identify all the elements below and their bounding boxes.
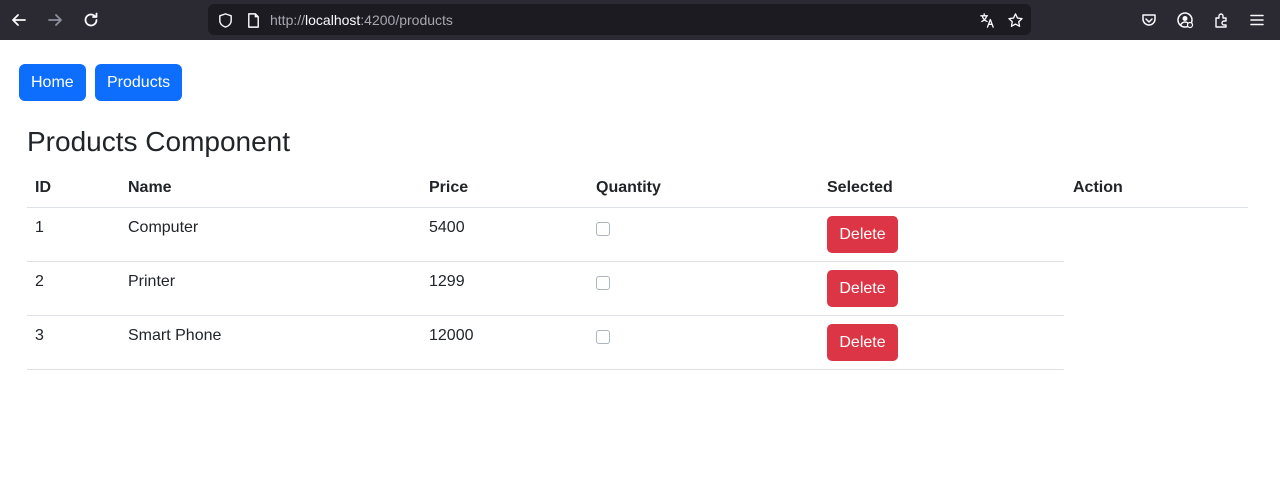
table-row: 1 Computer 5400 Delete bbox=[27, 208, 1064, 262]
delete-button[interactable]: Delete bbox=[827, 216, 898, 253]
back-button[interactable] bbox=[5, 6, 33, 34]
reload-button[interactable] bbox=[77, 6, 105, 34]
row-price: 12000 bbox=[429, 327, 474, 344]
delete-button[interactable]: Delete bbox=[827, 324, 898, 361]
url-bar[interactable]: http://localhost:4200/products bbox=[208, 4, 1031, 35]
table-row: 3 Smart Phone 12000 Delete bbox=[27, 316, 1064, 370]
row-id: 1 bbox=[35, 219, 44, 236]
row-quantity-checkbox[interactable] bbox=[596, 330, 610, 344]
row-name: Computer bbox=[128, 219, 199, 236]
page-title: Products Component bbox=[27, 126, 291, 157]
row-price: 5400 bbox=[429, 219, 465, 236]
account-icon bbox=[1177, 12, 1194, 29]
extensions-button[interactable] bbox=[1207, 6, 1235, 34]
url-host: localhost bbox=[305, 12, 361, 28]
table-row: 2 Printer 1299 Delete bbox=[27, 262, 1064, 316]
back-arrow-icon bbox=[12, 14, 26, 26]
home-button[interactable]: Home bbox=[19, 64, 86, 101]
table-header-row: ID Name Price Quantity Selected Action bbox=[27, 170, 1248, 208]
shield-icon[interactable] bbox=[216, 11, 234, 29]
header-selected: Selected bbox=[827, 179, 893, 196]
pocket-button[interactable] bbox=[1135, 6, 1163, 34]
page-content: Home Products Products Component ID Name… bbox=[0, 40, 1280, 496]
header-quantity: Quantity bbox=[596, 179, 661, 196]
delete-button[interactable]: Delete bbox=[827, 270, 898, 307]
products-button[interactable]: Products bbox=[95, 64, 183, 101]
page-icon[interactable] bbox=[244, 11, 262, 29]
row-quantity-checkbox[interactable] bbox=[596, 222, 610, 236]
row-id: 2 bbox=[35, 273, 44, 290]
forward-button[interactable] bbox=[41, 6, 69, 34]
forward-arrow-icon bbox=[48, 14, 62, 26]
header-action: Action bbox=[1073, 179, 1123, 196]
bookmark-star-icon[interactable] bbox=[1006, 11, 1024, 29]
row-quantity-checkbox[interactable] bbox=[596, 276, 610, 290]
extensions-icon bbox=[1215, 13, 1227, 28]
header-name: Name bbox=[128, 179, 172, 196]
row-name: Smart Phone bbox=[128, 327, 222, 344]
reload-icon bbox=[84, 12, 98, 27]
url-path: :4200/products bbox=[360, 12, 453, 28]
header-price: Price bbox=[429, 179, 469, 196]
pocket-icon bbox=[1142, 14, 1156, 26]
app-menu-button[interactable] bbox=[1243, 6, 1271, 34]
menu-icon bbox=[1250, 14, 1264, 26]
row-id: 3 bbox=[35, 327, 44, 344]
row-price: 1299 bbox=[429, 273, 465, 290]
url-scheme: http:// bbox=[270, 12, 306, 28]
browser-toolbar: http://localhost:4200/products bbox=[0, 0, 1280, 40]
account-button[interactable] bbox=[1171, 6, 1199, 34]
translate-icon[interactable] bbox=[978, 11, 996, 29]
url-text[interactable]: http://localhost:4200/products bbox=[270, 12, 453, 28]
row-name: Printer bbox=[128, 273, 176, 290]
header-id: ID bbox=[35, 179, 51, 196]
